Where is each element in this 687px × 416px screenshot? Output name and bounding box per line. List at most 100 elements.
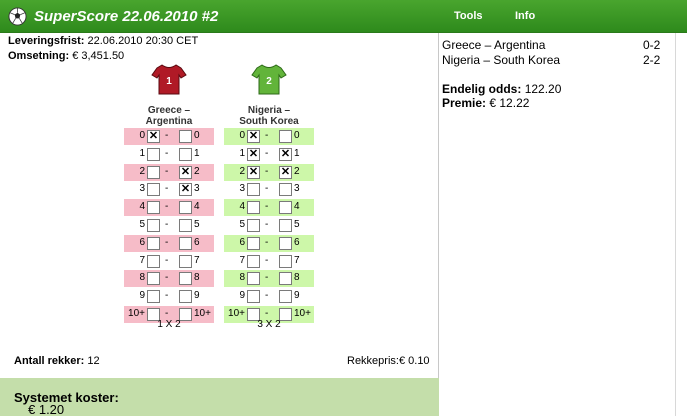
- score-row: 9 - 9: [224, 288, 314, 305]
- away-goals-label: 10+: [294, 307, 311, 319]
- away-goals-checkbox[interactable]: [179, 201, 192, 215]
- home-goals-label: 8: [139, 272, 145, 284]
- away-goals-checkbox[interactable]: [279, 236, 292, 250]
- separator: -: [165, 130, 169, 141]
- away-goals-checkbox-checked[interactable]: ✕: [179, 165, 192, 179]
- match-system-code: 1 X 2: [157, 319, 181, 330]
- away-goals-checkbox[interactable]: [279, 254, 292, 268]
- match-name: Greece – Argentina: [124, 105, 214, 127]
- home-goals-checkbox-checked[interactable]: ✕: [147, 130, 160, 143]
- endelig-odds: Endelig odds: 122.20: [442, 82, 561, 96]
- score-row: 2 ✕ - ✕ 2: [224, 163, 314, 181]
- home-goals-checkbox[interactable]: [247, 201, 260, 215]
- away-goals-label: 2: [194, 165, 200, 177]
- home-goals-checkbox-checked[interactable]: ✕: [247, 130, 260, 143]
- home-goals-checkbox[interactable]: [147, 165, 160, 179]
- result-match: Greece – Argentina: [442, 38, 546, 52]
- home-goals-checkbox[interactable]: [247, 272, 260, 286]
- home-goals-checkbox-checked[interactable]: ✕: [247, 147, 260, 161]
- away-goals-checkbox[interactable]: [179, 147, 192, 161]
- home-goals-checkbox[interactable]: [247, 236, 260, 250]
- away-goals-label: 9: [294, 290, 300, 302]
- home-goals-label: 7: [139, 254, 145, 266]
- antall-rekker: Antall rekker: 12: [14, 355, 100, 367]
- title-bar: SuperScore 22.06.2010 #2 Tools Info: [0, 0, 687, 33]
- home-goals-label: 4: [139, 201, 145, 213]
- away-goals-checkbox[interactable]: [279, 201, 292, 215]
- match-name-line: Nigeria –: [247, 105, 291, 116]
- separator: -: [165, 147, 169, 159]
- menu-info[interactable]: Info: [515, 10, 535, 22]
- home-goals-checkbox[interactable]: [247, 290, 260, 304]
- separator: -: [165, 236, 169, 248]
- score-grid: 0 ✕ -0 1 ✕ - ✕ 1 2 ✕ - ✕ 2 3-3 4-4 5-5 6-6 7-7 8-8 9-9 10+ -1…: [224, 128, 314, 324]
- jersey-icon: 2: [251, 64, 287, 95]
- home-goals-label: 9: [239, 290, 245, 302]
- home-goals-checkbox[interactable]: [247, 218, 260, 232]
- score-row: 1 - 1: [124, 146, 214, 163]
- omsetning-value: € 3,451.50: [72, 50, 125, 62]
- home-goals-checkbox[interactable]: [147, 272, 160, 286]
- home-goals-checkbox[interactable]: [147, 147, 160, 161]
- score-row: 3 - 3: [224, 181, 314, 198]
- away-goals-checkbox-checked[interactable]: ✕: [279, 165, 292, 179]
- score-row: 3- ✕ 3: [124, 181, 214, 198]
- away-goals-label: 3: [194, 183, 200, 195]
- home-goals-checkbox-checked[interactable]: ✕: [247, 165, 260, 179]
- home-goals-checkbox[interactable]: [147, 290, 160, 304]
- away-goals-checkbox[interactable]: [279, 130, 292, 143]
- home-goals-label: 7: [239, 254, 245, 266]
- home-goals-checkbox[interactable]: [147, 254, 160, 268]
- separator: -: [165, 165, 169, 177]
- home-goals-checkbox[interactable]: [147, 183, 160, 197]
- match-name-line: Argentina: [145, 116, 193, 127]
- away-goals-checkbox[interactable]: [279, 218, 292, 232]
- leveringsfrist-value: 22.06.2010 20:30 CET: [87, 35, 199, 47]
- score-row: 2- ✕ 2: [124, 163, 214, 181]
- away-goals-checkbox[interactable]: [279, 290, 292, 304]
- away-goals-checkbox[interactable]: [179, 254, 192, 268]
- odds-label: Endelig odds:: [442, 82, 522, 96]
- away-goals-checkbox[interactable]: [179, 236, 192, 250]
- away-goals-label: 8: [194, 272, 200, 284]
- home-goals-checkbox[interactable]: [147, 236, 160, 250]
- menu-tools[interactable]: Tools: [454, 10, 483, 22]
- premie-label: Premie:: [442, 96, 487, 110]
- away-goals-checkbox[interactable]: [179, 290, 192, 304]
- separator: -: [265, 165, 269, 177]
- away-goals-label: 0: [194, 130, 200, 141]
- score-row: 7 - 7: [124, 253, 214, 270]
- away-goals-label: 1: [194, 147, 200, 159]
- separator: -: [165, 307, 169, 319]
- away-goals-checkbox[interactable]: [279, 272, 292, 286]
- home-goals-label: 10+: [228, 307, 245, 319]
- score-row: 0 ✕ -0: [124, 128, 214, 145]
- away-goals-checkbox[interactable]: [179, 218, 192, 232]
- odds-value: 122.20: [524, 82, 562, 96]
- away-goals-label: 8: [294, 272, 300, 284]
- app-title: SuperScore 22.06.2010 #2: [34, 8, 219, 25]
- separator: -: [265, 218, 269, 230]
- home-goals-label: 2: [139, 165, 145, 177]
- home-goals-checkbox[interactable]: [147, 201, 160, 215]
- home-goals-label: 4: [239, 201, 245, 213]
- score-row: 5 - 5: [124, 217, 214, 234]
- away-goals-checkbox[interactable]: [179, 130, 192, 143]
- home-goals-label: 9: [139, 290, 145, 302]
- separator: -: [265, 307, 269, 319]
- away-goals-checkbox[interactable]: [279, 183, 292, 197]
- separator: -: [165, 290, 169, 302]
- vertical-scrollbar[interactable]: [675, 33, 687, 416]
- home-goals-checkbox[interactable]: [147, 218, 160, 232]
- home-goals-checkbox[interactable]: [247, 183, 260, 197]
- cost-bar: Systemet koster: € 1.20: [0, 378, 439, 416]
- away-goals-checkbox[interactable]: [179, 272, 192, 286]
- home-goals-label: 6: [239, 236, 245, 248]
- away-goals-label: 9: [194, 290, 200, 302]
- leveringsfrist: Leveringsfrist: 22.06.2010 20:30 CET: [8, 35, 198, 47]
- away-goals-checkbox-checked[interactable]: ✕: [279, 147, 292, 161]
- omsetning-label: Omsetning:: [8, 50, 70, 62]
- home-goals-checkbox[interactable]: [247, 254, 260, 268]
- result-score: 2-2: [643, 53, 661, 67]
- away-goals-checkbox-checked[interactable]: ✕: [179, 183, 192, 197]
